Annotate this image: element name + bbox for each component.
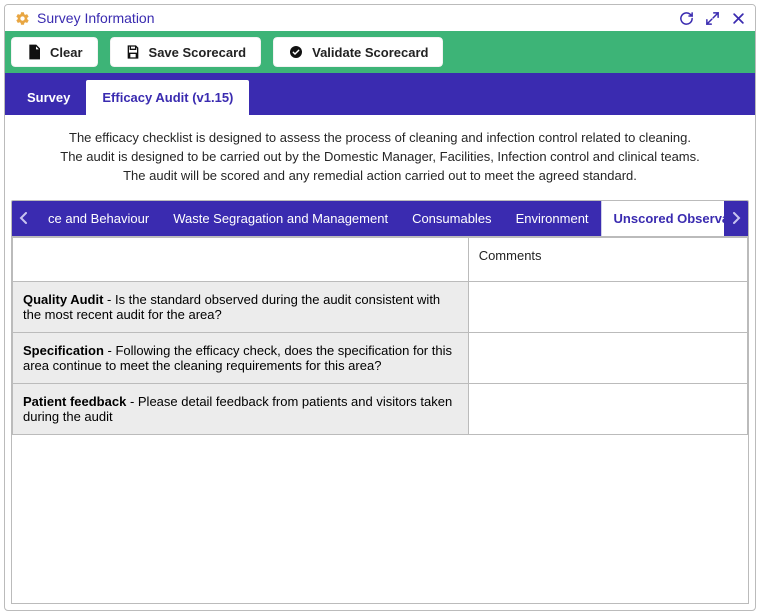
panel-title: Survey Information	[37, 10, 155, 26]
main-tabbar: Survey Efficacy Audit (v1.15)	[5, 73, 755, 115]
description-line: The audit is designed to be carried out …	[35, 148, 725, 167]
subtab-waste[interactable]: Waste Segragation and Management	[161, 200, 400, 236]
question-cell: Specification - Following the efficacy c…	[13, 332, 469, 383]
comments-cell[interactable]	[468, 383, 747, 434]
validate-button[interactable]: Validate Scorecard	[273, 37, 443, 67]
subtab-bar: ce and Behaviour Waste Segragation and M…	[11, 200, 749, 236]
file-icon	[26, 44, 42, 60]
scroll-right-icon[interactable]	[724, 200, 748, 236]
table-row: Patient feedback - Please detail feedbac…	[13, 383, 748, 434]
question-label: Patient feedback	[23, 394, 126, 409]
clear-button[interactable]: Clear	[11, 37, 98, 67]
question-cell: Quality Audit - Is the standard observed…	[13, 281, 469, 332]
description-line: The efficacy checklist is designed to as…	[35, 129, 725, 148]
tab-survey[interactable]: Survey	[11, 80, 86, 115]
description: The efficacy checklist is designed to as…	[5, 115, 755, 200]
save-icon	[125, 44, 141, 60]
save-button-label: Save Scorecard	[149, 45, 247, 60]
comments-cell[interactable]	[468, 332, 747, 383]
panel: Survey Information Clear Save Scorecard	[4, 4, 756, 611]
validate-button-label: Validate Scorecard	[312, 45, 428, 60]
question-label: Specification	[23, 343, 104, 358]
subtab-consumables[interactable]: Consumables	[400, 200, 504, 236]
tab-efficacy[interactable]: Efficacy Audit (v1.15)	[86, 80, 249, 115]
expand-icon[interactable]	[703, 9, 721, 27]
subtab-unscored[interactable]: Unscored Observations	[601, 200, 724, 236]
toolbar: Clear Save Scorecard Validate Scorecard	[5, 31, 755, 73]
gear-icon	[13, 9, 31, 27]
save-button[interactable]: Save Scorecard	[110, 37, 262, 67]
clear-button-label: Clear	[50, 45, 83, 60]
comments-cell[interactable]	[468, 281, 747, 332]
check-circle-icon	[288, 44, 304, 60]
column-header-comments: Comments	[468, 237, 747, 281]
refresh-icon[interactable]	[677, 9, 695, 27]
question-cell: Patient feedback - Please detail feedbac…	[13, 383, 469, 434]
subtab-environment[interactable]: Environment	[504, 200, 601, 236]
observations-table: Comments Quality Audit - Is the standard…	[12, 237, 748, 435]
question-label: Quality Audit	[23, 292, 103, 307]
observations-table-wrap: Comments Quality Audit - Is the standard…	[11, 236, 749, 604]
column-header-question	[13, 237, 469, 281]
table-row: Specification - Following the efficacy c…	[13, 332, 748, 383]
table-row: Quality Audit - Is the standard observed…	[13, 281, 748, 332]
description-line: The audit will be scored and any remedia…	[35, 167, 725, 186]
scroll-left-icon[interactable]	[12, 200, 36, 236]
subtab-behaviour[interactable]: ce and Behaviour	[36, 200, 161, 236]
close-icon[interactable]	[729, 9, 747, 27]
panel-header: Survey Information	[5, 5, 755, 31]
